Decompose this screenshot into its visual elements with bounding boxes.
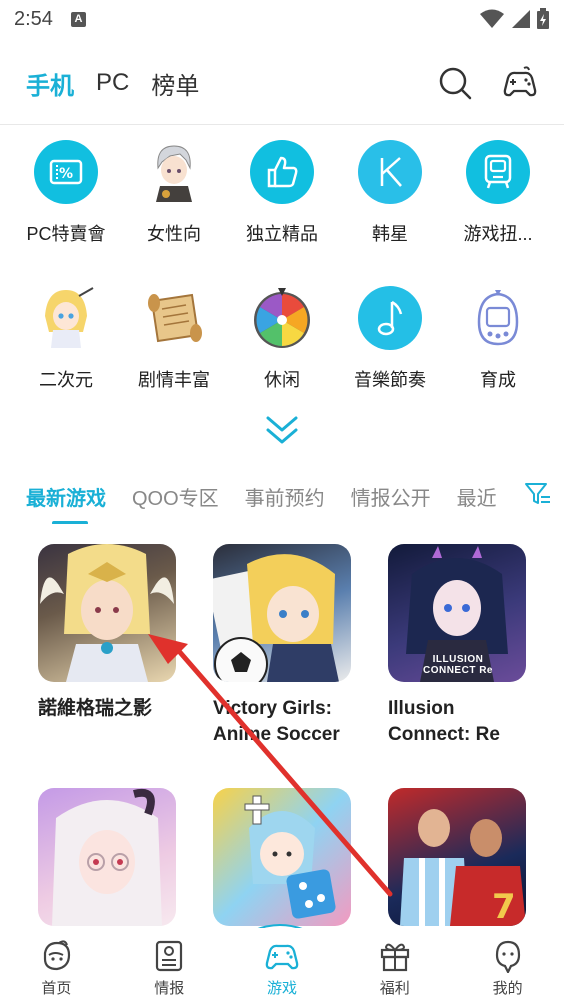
- status-bar: 2:54 A: [0, 0, 564, 38]
- svg-text:7: 7: [492, 887, 516, 926]
- music-note-icon: [358, 286, 422, 350]
- category-label: 游戏扭...: [463, 224, 533, 244]
- gamepad-icon[interactable]: [502, 66, 538, 100]
- category-label: 育成: [480, 370, 516, 390]
- gacha-machine-icon: [466, 140, 530, 204]
- category-music-rhythm[interactable]: 音樂節奏: [336, 284, 444, 412]
- svg-text:%: %: [59, 166, 73, 182]
- wifi-icon: [480, 9, 504, 28]
- nav-benefits[interactable]: 福利: [338, 928, 451, 1002]
- gift-icon: [380, 943, 409, 972]
- nav-news[interactable]: 情报: [113, 928, 226, 1002]
- tab-qoo-zone[interactable]: QOO专区: [132, 482, 219, 511]
- filter-icon: [525, 483, 550, 504]
- color-wheel-icon: [250, 286, 314, 350]
- category-story[interactable]: 剧情丰富: [120, 284, 228, 412]
- ticket-percent-icon: %: [34, 140, 98, 204]
- tab-pre-register[interactable]: 事前预约: [245, 482, 325, 511]
- game-thumbnail: [213, 788, 351, 926]
- notification-a-icon: A: [70, 11, 86, 27]
- thumbs-up-icon: [250, 140, 314, 204]
- game-card[interactable]: Victory Girls: Anime Soccer: [213, 544, 353, 748]
- category-label: 剧情丰富: [138, 370, 210, 390]
- nav-label: 游戏: [266, 980, 297, 997]
- tab-recent[interactable]: 最近: [457, 482, 497, 511]
- game-thumbnail: ILLUSION CONNECT Re: [388, 544, 526, 682]
- nav-games[interactable]: 游戏: [226, 928, 339, 1002]
- tamagotchi-icon: [466, 286, 530, 350]
- category-grid: % PC特賣會 女性向 独立精品 韩星 游戏扭... 二次元 剧情丰富 休闲 音…: [12, 138, 552, 412]
- bottom-nav: 首页 情报 游戏 福利 我的: [0, 928, 564, 1002]
- filter-button[interactable]: [512, 456, 564, 532]
- game-title: Victory Girls: Anime Soccer: [213, 698, 340, 745]
- header-divider: [0, 124, 564, 125]
- scroll-icon: [142, 286, 206, 350]
- tab-newest-games[interactable]: 最新游戏: [26, 482, 106, 524]
- nav-label: 首页: [41, 980, 72, 997]
- tab-phone[interactable]: 手机: [26, 66, 74, 101]
- category-label: 女性向: [147, 224, 201, 244]
- gamepad-icon: [265, 944, 299, 970]
- battery-charging-icon: [537, 8, 549, 29]
- expand-categories-icon[interactable]: [262, 414, 302, 448]
- home-mascot-icon: [44, 940, 71, 971]
- search-icon[interactable]: [438, 66, 472, 100]
- anime-girl-icon: [34, 286, 98, 350]
- category-gacha[interactable]: 游戏扭...: [444, 138, 552, 266]
- category-label: 休闲: [264, 370, 300, 390]
- game-thumbnail: [213, 544, 351, 682]
- category-indie[interactable]: 独立精品: [228, 138, 336, 266]
- nav-label: 福利: [379, 980, 410, 997]
- news-icon: [156, 940, 183, 972]
- game-title: 諾維格瑞之影: [38, 698, 153, 719]
- nav-label: 我的: [492, 980, 523, 997]
- category-raising[interactable]: 育成: [444, 284, 552, 412]
- category-casual[interactable]: 休闲: [228, 284, 336, 412]
- game-card[interactable]: 諾維格瑞之影: [38, 544, 178, 722]
- cell-signal-icon: [512, 10, 530, 28]
- status-time: 2:54: [14, 7, 53, 30]
- game-thumbnail: 7: [388, 788, 526, 926]
- category-label: 独立精品: [246, 224, 318, 244]
- category-anime[interactable]: 二次元: [12, 284, 120, 412]
- game-thumbnail: [38, 544, 176, 682]
- status-icons: [480, 8, 550, 30]
- top-nav: 手机 PC 榜单: [0, 50, 564, 116]
- game-title: Illusion Connect: Re: [388, 698, 500, 745]
- tab-pc[interactable]: PC: [96, 69, 129, 97]
- profile-icon: [495, 940, 520, 973]
- category-pc-sale[interactable]: % PC特賣會: [12, 138, 120, 266]
- category-otome[interactable]: 女性向: [120, 138, 228, 266]
- game-thumbnail-logo: ILLUSION CONNECT Re: [422, 654, 493, 676]
- game-card[interactable]: 7: [388, 788, 528, 940]
- nav-profile[interactable]: 我的: [451, 928, 564, 1002]
- silver-hair-boy-icon: [142, 140, 206, 204]
- category-label: PC特賣會: [26, 224, 106, 244]
- tab-rankings[interactable]: 榜单: [151, 66, 199, 101]
- category-korean-stars[interactable]: 韩星: [336, 138, 444, 266]
- game-thumbnail: [38, 788, 176, 926]
- nav-label: 情报: [154, 980, 185, 997]
- tab-info-public[interactable]: 情报公开: [351, 482, 431, 511]
- game-tabs: 最新游戏 QOO专区 事前预约 情报公开 最近: [0, 468, 564, 524]
- game-card[interactable]: [38, 788, 178, 940]
- game-card[interactable]: ILLUSION CONNECT Re Illusion Connect: Re: [388, 544, 528, 748]
- category-label: 韩星: [372, 224, 408, 244]
- k-letter-icon: [358, 140, 422, 204]
- nav-home[interactable]: 首页: [0, 928, 113, 1002]
- category-label: 音樂節奏: [354, 370, 426, 390]
- category-label: 二次元: [39, 370, 93, 390]
